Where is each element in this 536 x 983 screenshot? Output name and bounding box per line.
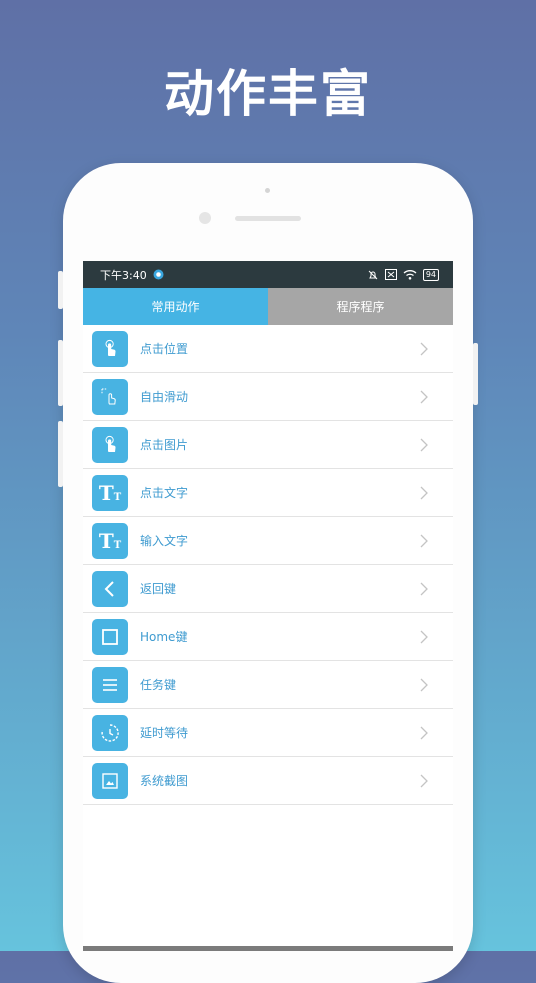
front-camera xyxy=(199,212,211,224)
action-label: 任务键 xyxy=(140,678,177,692)
action-item-back-key[interactable]: 返回键 xyxy=(83,565,453,613)
action-item-delay-wait[interactable]: 延时等待 xyxy=(83,709,453,757)
app-screen: 下午3:40 94 常用动作 程序程序 点击位置 自由滑动 点击图片 TT 点击… xyxy=(83,261,453,951)
alarm-off-icon xyxy=(367,269,379,281)
chevron-right-icon xyxy=(420,661,428,708)
text-icon: TT xyxy=(92,474,128,511)
action-item-tap-text[interactable]: TT 点击文字 xyxy=(83,469,453,517)
chevron-right-icon xyxy=(420,469,428,516)
tap-icon xyxy=(92,330,128,367)
hero-title: 动作丰富 xyxy=(164,65,372,123)
status-bar: 下午3:40 94 xyxy=(83,261,453,288)
chevron-right-icon xyxy=(420,325,428,372)
action-label: 点击文字 xyxy=(140,486,189,500)
action-label: Home键 xyxy=(140,630,188,644)
earpiece-speaker xyxy=(235,216,301,221)
status-time: 下午3:40 xyxy=(100,268,147,282)
chevron-right-icon xyxy=(420,421,428,468)
wifi-icon xyxy=(403,269,417,280)
timer-icon xyxy=(92,714,128,751)
tab-common-actions[interactable]: 常用动作 xyxy=(83,288,268,325)
battery-indicator: 94 xyxy=(422,268,439,281)
home-icon xyxy=(92,618,128,655)
chevron-right-icon xyxy=(420,565,428,612)
chevron-right-icon xyxy=(420,613,428,660)
action-label: 返回键 xyxy=(140,582,177,596)
action-item-input-text[interactable]: TT 输入文字 xyxy=(83,517,453,565)
action-label: 点击图片 xyxy=(140,438,189,452)
tab-programs[interactable]: 程序程序 xyxy=(268,288,453,325)
action-label: 系统截图 xyxy=(140,774,189,788)
action-label: 点击位置 xyxy=(140,342,189,356)
sim-off-icon xyxy=(384,269,397,280)
action-item-tap-position[interactable]: 点击位置 xyxy=(83,325,453,373)
action-label: 延时等待 xyxy=(140,726,189,740)
action-item-free-swipe[interactable]: 自由滑动 xyxy=(83,373,453,421)
text-input-icon: TT xyxy=(92,522,128,559)
chevron-right-icon xyxy=(420,373,428,420)
action-item-home-key[interactable]: Home键 xyxy=(83,613,453,661)
mute-switch xyxy=(58,271,63,309)
chevron-right-icon xyxy=(420,517,428,564)
chevron-right-icon xyxy=(420,757,428,804)
swipe-icon xyxy=(92,378,128,415)
menu-icon xyxy=(92,666,128,703)
screenshot-icon xyxy=(92,762,128,799)
action-list: 点击位置 自由滑动 点击图片 TT 点击文字 TT 输入文字 返回键 Home键… xyxy=(83,325,453,805)
proximity-sensor xyxy=(265,188,270,193)
action-item-tap-image[interactable]: 点击图片 xyxy=(83,421,453,469)
action-item-system-screenshot[interactable]: 系统截图 xyxy=(83,757,453,805)
volume-down-button xyxy=(58,421,63,487)
tap-image-icon xyxy=(92,426,128,463)
action-label: 输入文字 xyxy=(140,534,189,548)
bottom-navigation-bar xyxy=(83,946,453,951)
action-label: 自由滑动 xyxy=(140,390,189,404)
app-notification-icon xyxy=(153,269,164,280)
power-button xyxy=(473,343,478,405)
action-item-task-key[interactable]: 任务键 xyxy=(83,661,453,709)
volume-up-button xyxy=(58,340,63,406)
chevron-right-icon xyxy=(420,709,428,756)
tab-bar: 常用动作 程序程序 xyxy=(83,288,453,325)
back-icon xyxy=(92,570,128,607)
